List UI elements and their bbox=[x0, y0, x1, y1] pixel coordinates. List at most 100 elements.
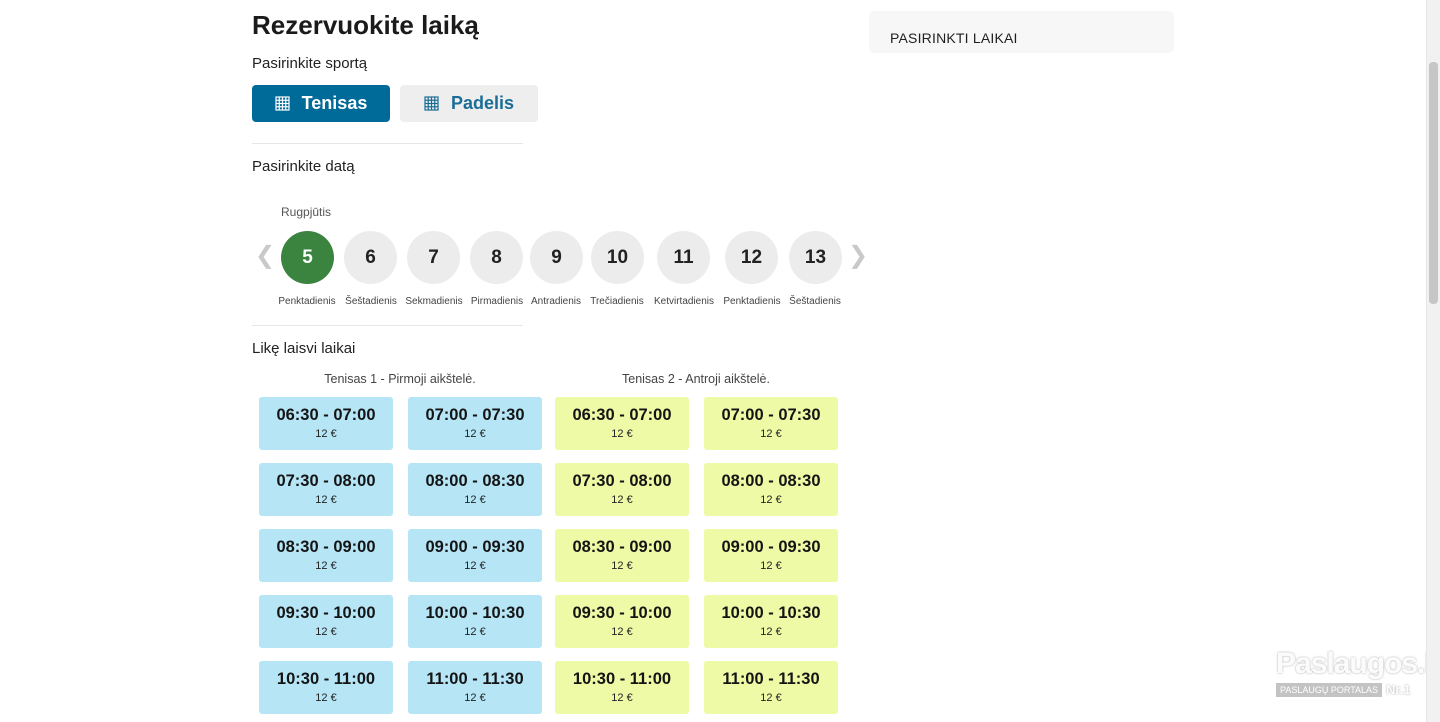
date-day[interactable]: 10 bbox=[591, 231, 644, 284]
divider bbox=[252, 143, 523, 144]
slot-time: 10:30 - 11:00 bbox=[276, 670, 376, 688]
slot-price: 12 € bbox=[464, 692, 486, 704]
time-slot[interactable]: 08:30 - 09:00 12 € bbox=[555, 529, 689, 582]
slot-time: 11:00 - 11:30 bbox=[722, 670, 820, 688]
slot-time: 10:00 - 10:30 bbox=[721, 604, 821, 622]
slot-time: 09:30 - 10:00 bbox=[572, 604, 672, 622]
slot-time: 10:30 - 11:00 bbox=[572, 670, 672, 688]
grid-court-icon bbox=[424, 96, 439, 111]
slot-time: 09:30 - 10:00 bbox=[276, 604, 376, 622]
slot-price: 12 € bbox=[760, 692, 782, 704]
time-slot[interactable]: 09:00 - 09:30 12 € bbox=[408, 529, 542, 582]
slot-time: 10:00 - 10:30 bbox=[425, 604, 525, 622]
slot-time: 06:30 - 07:00 bbox=[276, 406, 376, 424]
slot-time: 07:00 - 07:30 bbox=[721, 406, 821, 424]
slot-time: 11:00 - 11:30 bbox=[426, 670, 524, 688]
date-section-label: Pasirinkite datą bbox=[252, 158, 355, 175]
slot-price: 12 € bbox=[464, 626, 486, 638]
sport-section-label: Pasirinkite sportą bbox=[252, 55, 368, 72]
date-day[interactable]: 7 bbox=[407, 231, 460, 284]
date-weekday: Antradienis bbox=[530, 296, 582, 307]
watermark-tagline: PASLAUGŲ PORTALAS bbox=[1276, 682, 1383, 697]
time-slot[interactable]: 10:30 - 11:00 12 € bbox=[259, 661, 393, 714]
time-slot[interactable]: 09:00 - 09:30 12 € bbox=[704, 529, 838, 582]
selected-times-title: PASIRINKTI LAIKAI bbox=[890, 30, 1018, 46]
time-slot[interactable]: 10:30 - 11:00 12 € bbox=[555, 661, 689, 714]
slot-price: 12 € bbox=[464, 494, 486, 506]
slot-price: 12 € bbox=[611, 494, 633, 506]
divider bbox=[252, 325, 523, 326]
date-weekday: Ketvirtadienis bbox=[653, 296, 715, 307]
time-slot[interactable]: 10:00 - 10:30 12 € bbox=[408, 595, 542, 648]
time-slot[interactable]: 08:00 - 08:30 12 € bbox=[704, 463, 838, 516]
time-slot[interactable]: 07:30 - 08:00 12 € bbox=[555, 463, 689, 516]
page-scrollbar[interactable] bbox=[1426, 0, 1440, 722]
date-weekday: Sekmadienis bbox=[405, 296, 463, 307]
slot-price: 12 € bbox=[315, 692, 337, 704]
slot-price: 12 € bbox=[315, 428, 337, 440]
date-weekday: Šeštadienis bbox=[345, 296, 397, 307]
slot-price: 12 € bbox=[315, 494, 337, 506]
slot-price: 12 € bbox=[611, 692, 633, 704]
court-title: Tenisas 2 - Antroji aikštelė. bbox=[622, 372, 770, 386]
grid-court-icon bbox=[275, 96, 290, 111]
slot-time: 08:30 - 09:00 bbox=[276, 538, 376, 556]
slot-time: 09:00 - 09:30 bbox=[721, 538, 821, 556]
date-weekday: Penktadienis bbox=[723, 296, 781, 307]
slot-time: 06:30 - 07:00 bbox=[572, 406, 672, 424]
court-title: Tenisas 1 - Pirmoji aikštelė. bbox=[324, 372, 476, 386]
date-weekday: Penktadienis bbox=[278, 296, 336, 307]
slot-price: 12 € bbox=[464, 428, 486, 440]
slot-time: 08:30 - 09:00 bbox=[572, 538, 672, 556]
slot-time: 07:00 - 07:30 bbox=[425, 406, 525, 424]
sport-button-padelis[interactable]: Padelis bbox=[400, 85, 538, 122]
time-slot[interactable]: 07:00 - 07:30 12 € bbox=[408, 397, 542, 450]
date-weekday: Trečiadienis bbox=[590, 296, 644, 307]
time-slot[interactable]: 07:30 - 08:00 12 € bbox=[259, 463, 393, 516]
sport-button-label: Padelis bbox=[450, 93, 515, 113]
sport-button-label: Tenisas bbox=[301, 93, 368, 113]
date-day[interactable]: 8 bbox=[470, 231, 523, 284]
time-slot[interactable]: 11:00 - 11:30 12 € bbox=[408, 661, 542, 714]
date-day[interactable]: 11 bbox=[657, 231, 710, 284]
chevron-left-icon[interactable]: ❮ bbox=[255, 244, 275, 268]
slot-price: 12 € bbox=[611, 626, 633, 638]
date-day[interactable]: 12 bbox=[725, 231, 778, 284]
slot-price: 12 € bbox=[611, 560, 633, 572]
time-slot[interactable]: 07:00 - 07:30 12 € bbox=[704, 397, 838, 450]
time-slot[interactable]: 09:30 - 10:00 12 € bbox=[555, 595, 689, 648]
slot-price: 12 € bbox=[315, 560, 337, 572]
slot-price: 12 € bbox=[464, 560, 486, 572]
slot-time: 07:30 - 08:00 bbox=[276, 472, 376, 490]
slot-price: 12 € bbox=[760, 626, 782, 638]
time-slot[interactable]: 09:30 - 10:00 12 € bbox=[259, 595, 393, 648]
time-slot[interactable]: 10:00 - 10:30 12 € bbox=[704, 595, 838, 648]
watermark-logo: Paslaugos.lt bbox=[1276, 647, 1440, 680]
date-weekday: Šeštadienis bbox=[789, 296, 841, 307]
date-day[interactable]: 5 bbox=[281, 231, 334, 284]
slot-price: 12 € bbox=[760, 428, 782, 440]
time-slot[interactable]: 11:00 - 11:30 12 € bbox=[704, 661, 838, 714]
date-day[interactable]: 9 bbox=[530, 231, 583, 284]
slot-time: 08:00 - 08:30 bbox=[721, 472, 821, 490]
month-label: Rugpjūtis bbox=[281, 205, 332, 219]
time-slot[interactable]: 08:30 - 09:00 12 € bbox=[259, 529, 393, 582]
slot-time: 09:00 - 09:30 bbox=[425, 538, 525, 556]
paslaugos-watermark: Paslaugos.lt PASLAUGŲ PORTALAS Nr.1 bbox=[1276, 647, 1440, 700]
date-day[interactable]: 6 bbox=[344, 231, 397, 284]
page-title: Rezervuokite laiką bbox=[252, 10, 479, 40]
time-slot[interactable]: 08:00 - 08:30 12 € bbox=[408, 463, 542, 516]
date-day[interactable]: 13 bbox=[789, 231, 842, 284]
slot-price: 12 € bbox=[760, 560, 782, 572]
chevron-right-icon[interactable]: ❯ bbox=[848, 244, 868, 268]
selected-times-panel: PASIRINKTI LAIKAI bbox=[869, 11, 1174, 53]
time-slot[interactable]: 06:30 - 07:00 12 € bbox=[259, 397, 393, 450]
slot-time: 07:30 - 08:00 bbox=[572, 472, 672, 490]
time-slot[interactable]: 06:30 - 07:00 12 € bbox=[555, 397, 689, 450]
slot-time: 08:00 - 08:30 bbox=[425, 472, 525, 490]
sport-button-tenisas[interactable]: Tenisas bbox=[252, 85, 390, 122]
slot-price: 12 € bbox=[315, 626, 337, 638]
slots-section-label: Likę laisvi laikai bbox=[252, 340, 356, 357]
scrollbar-thumb[interactable] bbox=[1429, 62, 1438, 304]
slot-price: 12 € bbox=[611, 428, 633, 440]
